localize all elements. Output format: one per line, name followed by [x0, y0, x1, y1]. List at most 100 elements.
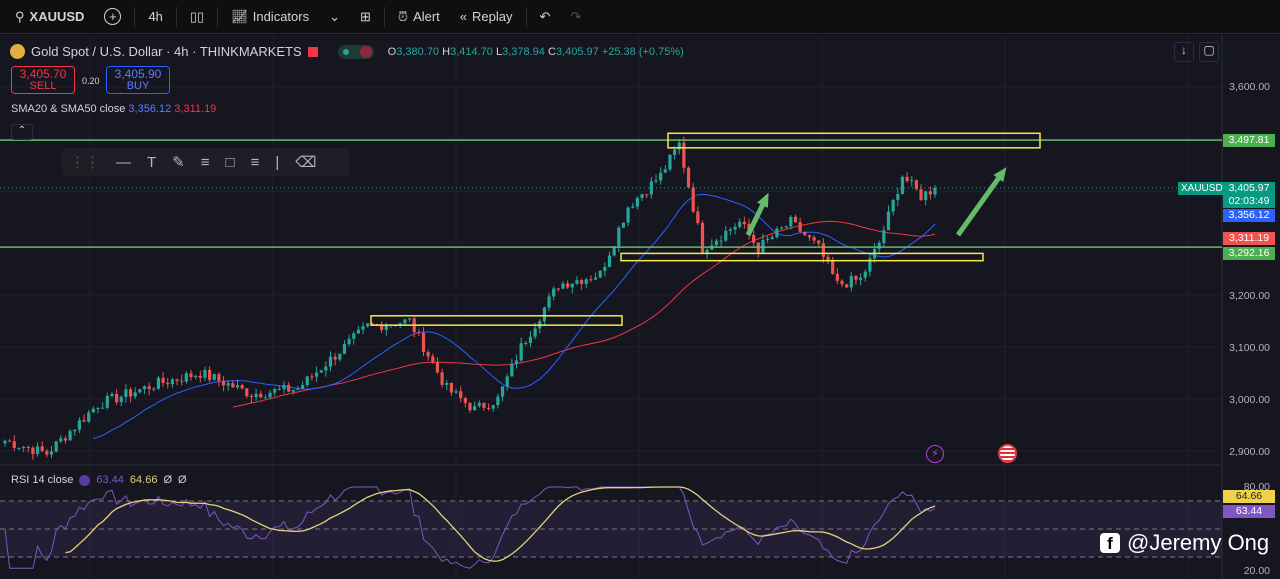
candle [101, 407, 105, 409]
candle [552, 288, 556, 297]
candle [631, 206, 635, 208]
candle [626, 207, 630, 223]
candle [49, 451, 54, 455]
market-status-badge[interactable] [337, 44, 374, 59]
sell-button[interactable]: 3,405.70 SELL [11, 66, 75, 94]
candle [640, 194, 644, 198]
candle [82, 420, 86, 422]
rsi-axis-label: 20.00 [1243, 565, 1270, 577]
rectangle-tool-icon[interactable]: □ [226, 154, 235, 171]
eraser-icon[interactable]: ⌫ [295, 153, 316, 171]
candle [928, 191, 932, 195]
candle [291, 389, 295, 392]
candle [761, 239, 765, 253]
candle [733, 226, 737, 230]
candle [845, 284, 849, 288]
fib-tool-icon[interactable]: ≡ [201, 154, 210, 171]
candle [691, 187, 695, 212]
candle [719, 240, 723, 242]
candle [68, 431, 72, 441]
candle [287, 384, 291, 392]
symbol-title[interactable]: Gold Spot / U.S. Dollar · 4h · THINKMARK… [31, 44, 302, 59]
candle [352, 333, 356, 339]
candle [593, 277, 598, 280]
candle [166, 382, 170, 385]
candle [482, 402, 486, 408]
candle [73, 429, 77, 432]
scroll-to-latest-button[interactable]: ↓ [1174, 42, 1194, 62]
sma50-line [232, 220, 936, 408]
candle [700, 223, 705, 253]
candle [175, 379, 179, 381]
candle [133, 392, 137, 397]
candle [96, 407, 100, 409]
candle [184, 373, 188, 382]
candle [654, 180, 658, 182]
candle [87, 412, 91, 422]
watermark: f @Jeremy Ong [1100, 530, 1269, 556]
candle [738, 221, 742, 227]
sma-legend[interactable]: SMA20 & SMA50 close 3,356.12 3,311.19 [11, 103, 216, 115]
candle [407, 318, 412, 320]
candle [268, 392, 272, 398]
event-flash-icon[interactable]: ⚡︎ [926, 445, 944, 463]
candle [607, 255, 612, 268]
candle [421, 332, 426, 352]
candle [682, 142, 686, 168]
candle [426, 351, 430, 357]
candle [807, 235, 812, 238]
candle [115, 394, 119, 403]
chart-canvas[interactable] [0, 0, 1280, 579]
candle [180, 380, 184, 382]
drag-handle-icon[interactable]: ⋮⋮ [70, 153, 100, 171]
candle [705, 249, 709, 253]
candle [556, 288, 560, 290]
candle [366, 323, 370, 327]
candle [22, 447, 26, 449]
text-tool-icon[interactable]: T [147, 154, 156, 171]
candle [203, 370, 207, 378]
candle [510, 363, 514, 377]
candle [840, 280, 844, 285]
candle [17, 447, 21, 449]
candle [319, 370, 323, 373]
candle [910, 180, 914, 182]
candle [305, 376, 309, 386]
collapse-legend-button[interactable]: ⌃ [11, 124, 33, 140]
candle [561, 283, 565, 289]
candle [514, 360, 519, 364]
candle [91, 408, 95, 413]
candle [12, 441, 16, 448]
horizontal-line-tool-icon[interactable]: — [116, 154, 131, 171]
candle [282, 384, 286, 389]
buy-button[interactable]: 3,405.90 BUY [106, 66, 170, 94]
symbol-price-tag: XAUUSD [1178, 182, 1226, 195]
settings-lines-icon[interactable]: ≡ [251, 154, 260, 171]
candle [156, 377, 161, 389]
candle [519, 343, 523, 361]
vertical-line-tool-icon[interactable]: | [275, 154, 279, 171]
candle [752, 234, 756, 243]
candle [254, 393, 258, 397]
candle [170, 379, 174, 385]
candle [900, 176, 905, 195]
candle [789, 216, 793, 227]
candle [161, 377, 165, 383]
rsi-legend[interactable]: RSI 14 close 63.44 64.66 ØØ [11, 474, 187, 486]
candle [505, 376, 509, 387]
candle [528, 336, 533, 343]
candle [905, 176, 909, 181]
economic-event-us-flag-icon[interactable] [998, 444, 1017, 463]
candle [877, 242, 881, 249]
candle [347, 338, 351, 344]
brush-tool-icon[interactable]: ✎ [172, 153, 185, 171]
candle [766, 238, 770, 240]
fullscreen-button[interactable]: ▢ [1199, 42, 1219, 62]
price-axis-label: 3,100.00 [1229, 342, 1270, 354]
candle [882, 230, 886, 243]
candle [566, 283, 570, 288]
candle [449, 382, 453, 393]
candle [231, 383, 235, 388]
candle [328, 356, 333, 367]
candle [621, 222, 626, 228]
